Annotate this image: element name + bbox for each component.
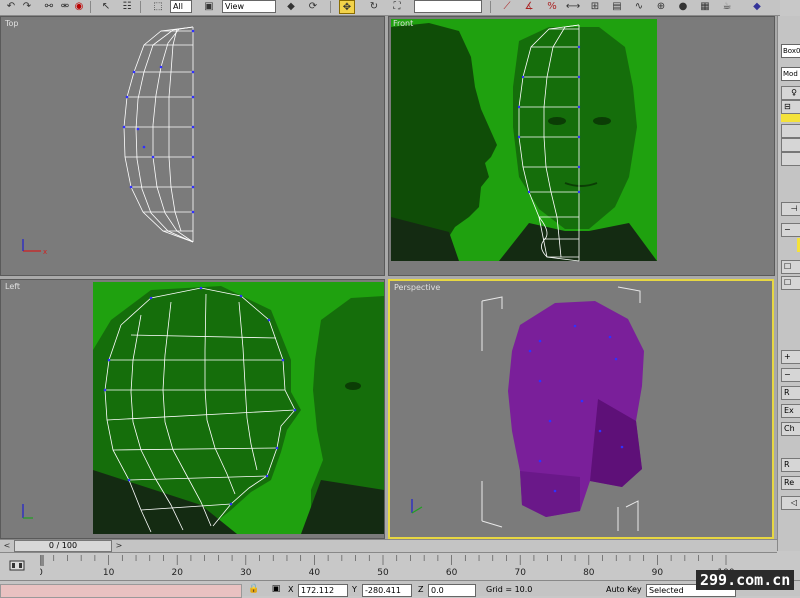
trackbar-tick-label: 60 xyxy=(446,568,458,578)
angle-snap-icon[interactable]: ∡ xyxy=(522,0,536,12)
z-coordinate-field[interactable]: 0.0 xyxy=(428,584,476,597)
time-next-button[interactable]: > xyxy=(114,540,124,551)
layer-icon[interactable]: ▤ xyxy=(610,0,624,12)
select-by-name-icon[interactable]: ☷ xyxy=(120,0,134,12)
select-move-icon[interactable]: ✥ xyxy=(339,0,355,14)
front-view-reference xyxy=(389,17,774,275)
select-icon[interactable]: ↖ xyxy=(99,0,113,12)
percent-snap-icon[interactable]: % xyxy=(545,0,559,12)
trackbar-tick-label: 50 xyxy=(377,568,389,578)
trackbar-tick-label: 0 xyxy=(40,568,43,578)
trackbar-tick-label: 30 xyxy=(240,568,252,578)
viewport-front[interactable]: Front xyxy=(388,16,775,276)
scale-icon[interactable]: ⛶ xyxy=(390,0,404,12)
viewport-left[interactable]: Left xyxy=(0,279,385,539)
align-icon[interactable]: ⊞ xyxy=(588,0,602,12)
view-dropdown[interactable]: View xyxy=(222,0,276,13)
redo-icon[interactable]: ↷ xyxy=(20,0,34,12)
trackbar-filter-icon[interactable] xyxy=(9,558,25,572)
select-link-icon[interactable]: ⚯ xyxy=(42,0,56,12)
panel-button[interactable]: R xyxy=(781,386,800,400)
pin-stack-icon[interactable]: ⊣ xyxy=(781,202,800,216)
stack-selected-item[interactable] xyxy=(781,114,800,122)
trackbar-tick-label: 90 xyxy=(652,568,664,578)
render-setup-icon[interactable]: ▦ xyxy=(698,0,712,12)
panel-button[interactable]: R xyxy=(781,458,800,472)
stack-item[interactable] xyxy=(781,124,800,138)
svg-text:x: x xyxy=(43,248,47,256)
viewport-label-perspective[interactable]: Perspective xyxy=(394,283,440,292)
rollout-expand[interactable]: + xyxy=(781,350,800,364)
scroll-arrow-icon[interactable]: ◁ xyxy=(781,496,800,510)
rotate-icon[interactable]: ↻ xyxy=(367,0,381,12)
x-coordinate-field[interactable]: 172.112 xyxy=(298,584,348,597)
unlink-icon[interactable]: ⚮ xyxy=(58,0,72,12)
extrude-button[interactable]: Ex xyxy=(781,404,800,418)
perspective-view-mesh xyxy=(411,286,644,531)
trackbar-tick-label: 80 xyxy=(583,568,595,578)
viewport-label-front[interactable]: Front xyxy=(393,19,413,28)
pivot-icon[interactable]: ◆ xyxy=(284,0,298,12)
panel-button[interactable]: Re xyxy=(781,476,800,490)
status-bar: 🔒 ▣ X 172.112 Y -280.411 Z 0.0 Grid = 10… xyxy=(0,580,800,598)
rollout-toggle[interactable]: − xyxy=(781,223,800,237)
mirror-icon[interactable]: ⟷ xyxy=(566,0,580,12)
chamfer-button[interactable]: Ch xyxy=(781,422,800,436)
z-label: Z xyxy=(418,585,424,594)
trackbar[interactable]: 0102030405060708090100 xyxy=(0,552,777,580)
watermark: 299.com.cn xyxy=(696,570,795,590)
main-toolbar: ↶ ↷ ⚯ ⚮ ◉ ↖ ☷ ⬚ All ▣ View ◆ ⟳ ✥ ↻ ⛶ ⟋ ∡… xyxy=(0,0,780,16)
viewport-top[interactable]: x Top xyxy=(0,16,385,276)
viewport-label-top[interactable]: Top xyxy=(5,19,19,28)
rollout-collapse[interactable]: − xyxy=(781,368,800,382)
command-panel: Box0 Mod ♀ ⊟ ⊣ − ☐ ☐ + − R Ex Ch R Re ◁ xyxy=(777,16,800,551)
top-view-mesh: x xyxy=(22,26,195,256)
time-prev-button[interactable]: < xyxy=(2,540,12,551)
toolbar-separator xyxy=(490,1,491,13)
viewport-area: x Top Front Left Perspective xyxy=(0,16,777,539)
curve-editor-icon[interactable]: ∿ xyxy=(632,0,646,12)
viewport-label-left[interactable]: Left xyxy=(5,282,20,291)
toolbar-separator xyxy=(90,1,91,13)
stack-item[interactable]: ⊟ xyxy=(781,100,800,114)
auto-key-button[interactable]: Auto Key xyxy=(606,584,642,595)
quick-render-icon[interactable]: ◆ xyxy=(750,0,764,12)
material-editor-icon[interactable]: ● xyxy=(676,0,690,12)
modifier-list-dropdown[interactable]: Mod xyxy=(781,67,800,81)
selection-filter-dropdown[interactable]: All xyxy=(170,0,192,13)
left-view-reference xyxy=(1,280,384,538)
schematic-icon[interactable]: ⊕ xyxy=(654,0,668,12)
time-slider-thumb[interactable]: 0 / 100 xyxy=(14,540,112,552)
checkbox[interactable]: ☐ xyxy=(781,260,800,274)
trackbar-tick-label: 20 xyxy=(171,568,183,578)
lock-selection-icon[interactable]: 🔒 xyxy=(248,584,260,595)
render-icon[interactable]: ☕ xyxy=(720,0,734,12)
viewport-perspective[interactable]: Perspective xyxy=(388,279,774,539)
absolute-mode-icon[interactable]: ▣ xyxy=(270,584,282,595)
bind-spacewarp-icon[interactable]: ◉ xyxy=(72,0,86,12)
y-label: Y xyxy=(352,585,357,594)
undo-icon[interactable]: ↶ xyxy=(4,0,18,12)
x-label: X xyxy=(288,585,294,594)
grid-size-text: Grid = 10.0 xyxy=(486,585,533,594)
trackbar-tick-label: 70 xyxy=(514,568,526,578)
y-coordinate-field[interactable]: -280.411 xyxy=(362,584,412,597)
checkbox[interactable]: ☐ xyxy=(781,276,800,290)
select-region-icon[interactable]: ⬚ xyxy=(151,0,165,12)
object-name-field[interactable]: Box0 xyxy=(781,44,800,58)
light-bulb-icon[interactable]: ♀ xyxy=(781,86,800,100)
window-crossing-icon[interactable]: ▣ xyxy=(202,0,216,12)
trackbar-tick-label: 10 xyxy=(103,568,115,578)
select-rotate-icon[interactable]: ⟳ xyxy=(306,0,320,12)
stack-item[interactable] xyxy=(781,138,800,152)
toolbar-separator xyxy=(330,1,331,13)
trackbar-ticks: 0102030405060708090100 xyxy=(40,555,735,578)
toolbar-separator xyxy=(140,1,141,13)
script-listener-field[interactable] xyxy=(0,584,242,598)
stack-item[interactable] xyxy=(781,152,800,166)
trackbar-tick-label: 40 xyxy=(309,568,321,578)
reference-coordinate-dropdown[interactable] xyxy=(414,0,482,13)
time-slider[interactable]: < 0 / 100 > xyxy=(0,539,777,552)
snap-icon[interactable]: ⟋ xyxy=(500,0,514,12)
